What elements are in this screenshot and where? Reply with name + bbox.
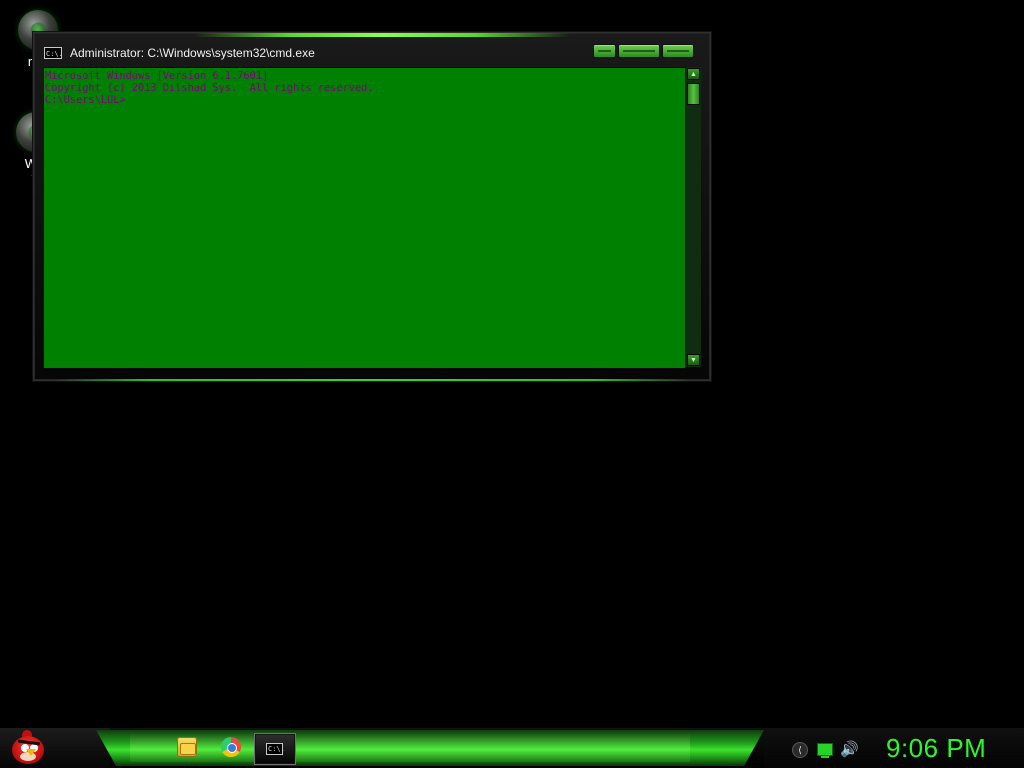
bird-beak	[26, 749, 36, 756]
cmd-window[interactable]: C:\. Administrator: C:\Windows\system32\…	[33, 32, 711, 381]
tray-expand-icon[interactable]: ⟨	[792, 742, 808, 758]
clock[interactable]: 9:06 PM	[886, 733, 986, 764]
console-line: Copyright (c) 2013 Dilshad Sys. All righ…	[45, 82, 374, 94]
scroll-down-button[interactable]: ▼	[687, 354, 700, 366]
cmd-task-icon: C:\.	[266, 743, 285, 755]
scroll-up-button[interactable]: ▲	[687, 68, 700, 80]
file-explorer-icon[interactable]	[177, 737, 197, 757]
cmd-window-title: Administrator: C:\Windows\system32\cmd.e…	[70, 46, 315, 60]
start-button[interactable]	[8, 728, 48, 766]
console-prompt-line: C:\Users\LUL>	[45, 94, 126, 106]
minimize-button[interactable]	[593, 44, 616, 58]
window-bottom-glow	[54, 379, 690, 381]
chrome-icon[interactable]	[221, 737, 241, 757]
network-icon[interactable]	[817, 743, 833, 758]
taskbar	[0, 728, 1024, 768]
vertical-scrollbar[interactable]: ▲ ▼	[685, 67, 701, 367]
scroll-thumb[interactable]	[687, 83, 700, 105]
taskbar-green-band-highlight	[130, 734, 690, 762]
close-button[interactable]	[662, 44, 694, 58]
maximize-button[interactable]	[618, 44, 660, 58]
cmd-titlebar[interactable]: C:\. Administrator: C:\Windows\system32\…	[34, 33, 710, 65]
cmd-console-area[interactable]: Microsoft Windows [Version 6.1.7601] Cop…	[44, 67, 685, 368]
volume-icon[interactable]: 🔊	[840, 740, 859, 758]
window-controls	[593, 44, 694, 58]
console-line: Microsoft Windows [Version 6.1.7601]	[45, 70, 269, 82]
cmd-taskbar-button[interactable]: C:\.	[254, 733, 296, 765]
cmd-title-icon: C:\.	[44, 47, 63, 59]
